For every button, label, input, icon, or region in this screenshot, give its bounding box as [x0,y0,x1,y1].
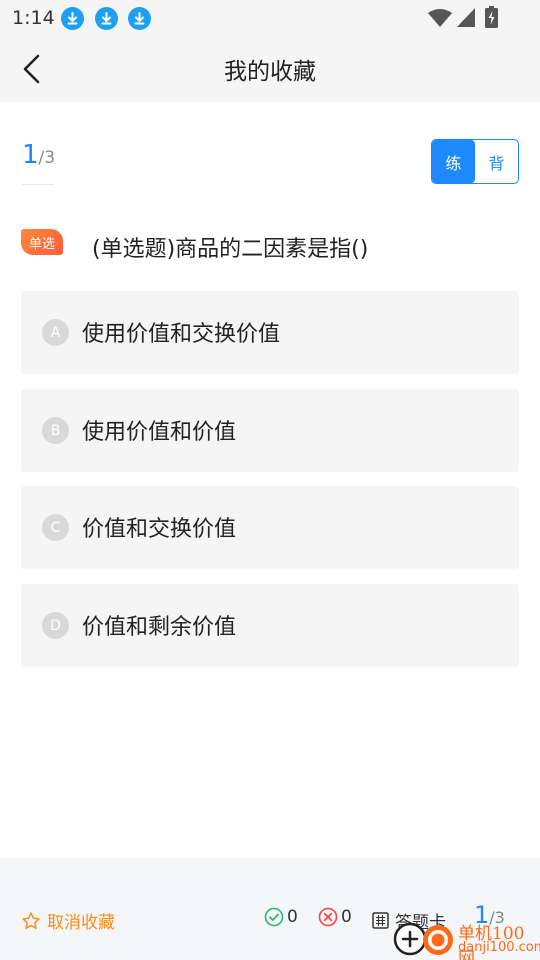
option-c[interactable]: C 价值和交换价值 [21,486,519,569]
option-text: 价值和剩余价值 [82,615,237,640]
status-time: 1:14 [12,7,55,29]
wrong-count-value: 0 [341,907,352,927]
practice-mode-button[interactable]: 练 [432,140,475,183]
unfavorite-label: 取消收藏 [47,913,115,933]
option-b[interactable]: B 使用价值和价值 [21,389,519,472]
battery-charging-icon [485,6,498,28]
wrong-count: 0 [318,907,352,927]
star-icon [22,911,40,929]
recite-mode-button[interactable]: 背 [475,140,518,183]
app-header: 我的收藏 [0,36,540,102]
question-counter: 1/3 [22,140,55,170]
question-text: (单选题)商品的二因素是指() [92,237,369,262]
download-icon [95,7,118,30]
correct-count: 0 [264,907,298,927]
option-text: 使用价值和交换价值 [82,322,281,347]
wifi-icon [428,9,452,27]
option-letter: D [42,612,69,639]
correct-count-value: 0 [287,907,298,927]
watermark-logo-icon [393,922,453,956]
x-circle-icon [318,907,338,927]
counter-underline [22,184,54,185]
counter-total: /3 [38,148,56,168]
status-bar: 1:14 [0,0,540,36]
signal-icon [457,8,475,27]
option-a[interactable]: A 使用价值和交换价值 [21,291,519,374]
download-icon [61,7,84,30]
watermark-domain: danji100.com [458,940,540,955]
page-title: 我的收藏 [224,59,316,85]
option-letter: B [42,417,69,444]
option-letter: C [42,514,69,541]
download-icon [128,7,151,30]
grid-icon [372,912,389,929]
unfavorite-button[interactable]: 取消收藏 [21,908,115,933]
option-text: 价值和交换价值 [82,517,237,542]
check-circle-icon [264,907,284,927]
option-d[interactable]: D 价值和剩余价值 [21,584,519,667]
counter-current: 1 [22,140,39,170]
question-type-badge: 单选 [21,229,63,255]
mode-toggle: 练 背 [431,139,519,184]
option-letter: A [42,319,69,346]
option-text: 使用价值和价值 [82,420,237,445]
